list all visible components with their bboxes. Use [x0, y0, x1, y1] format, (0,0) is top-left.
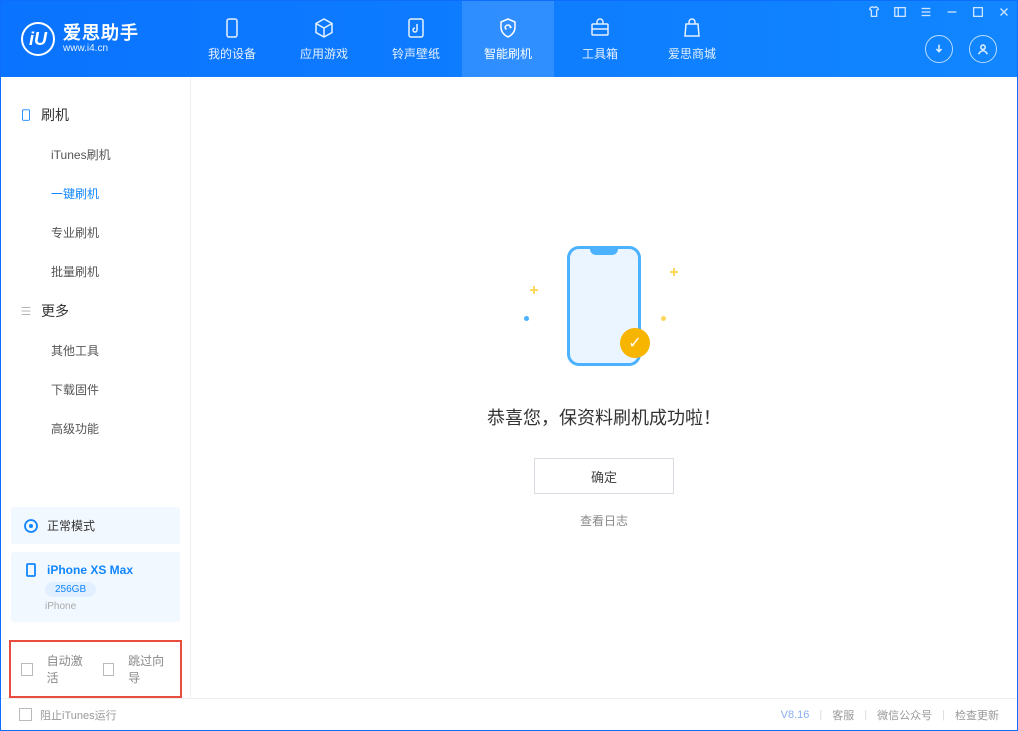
sidebar-item-download-fw[interactable]: 下载固件 [1, 370, 190, 409]
view-log-link[interactable]: 查看日志 [580, 512, 628, 529]
skip-guide-label: 跳过向导 [128, 652, 170, 686]
skip-guide-checkbox[interactable] [103, 663, 115, 676]
status-bar: 阻止iTunes运行 V8.16 | 客服 | 微信公众号 | 检查更新 [1, 698, 1017, 730]
logo-icon: iU [21, 22, 55, 56]
download-button[interactable] [925, 35, 953, 63]
sidebar-item-onekey-flash[interactable]: 一键刷机 [1, 174, 190, 213]
tab-my-device[interactable]: 我的设备 [186, 1, 278, 77]
sidebar-item-advanced[interactable]: 高级功能 [1, 409, 190, 448]
sidebar-item-other-tools[interactable]: 其他工具 [1, 331, 190, 370]
music-file-icon [404, 16, 428, 40]
app-subtitle: www.i4.cn [63, 43, 139, 54]
sidebar-group-more: 更多 [1, 291, 190, 331]
app-logo: iU 爱思助手 www.i4.cn [1, 22, 186, 56]
sidebar-item-pro-flash[interactable]: 专业刷机 [1, 213, 190, 252]
refresh-shield-icon [496, 16, 520, 40]
main-content: ✓ 恭喜您，保资料刷机成功啦！ 确定 查看日志 [191, 77, 1017, 698]
app-header: iU 爱思助手 www.i4.cn 我的设备 应用游戏 铃声壁纸 智能刷机 [1, 1, 1017, 77]
success-message: 恭喜您，保资料刷机成功啦！ [487, 404, 721, 430]
menu-icon[interactable] [919, 5, 933, 19]
phone-small-icon [19, 108, 33, 122]
main-nav: 我的设备 应用游戏 铃声壁纸 智能刷机 工具箱 爱思商城 [186, 1, 738, 77]
device-type: iPhone [45, 601, 76, 612]
auto-activate-label: 自动激活 [47, 652, 89, 686]
device-mode[interactable]: 正常模式 [11, 507, 180, 544]
options-box: 自动激活 跳过向导 [9, 640, 182, 698]
update-link[interactable]: 检查更新 [955, 707, 999, 723]
stop-itunes-checkbox[interactable] [19, 708, 32, 721]
maximize-button[interactable] [971, 5, 985, 19]
bag-icon [680, 16, 704, 40]
ok-button[interactable]: 确定 [534, 458, 674, 494]
tab-smart-flash[interactable]: 智能刷机 [462, 1, 554, 77]
app-title: 爱思助手 [63, 24, 139, 44]
check-icon: ✓ [620, 328, 650, 358]
tab-app-games[interactable]: 应用游戏 [278, 1, 370, 77]
auto-activate-checkbox[interactable] [21, 663, 33, 676]
device-icon [23, 562, 39, 578]
sidebar-group-flash: 刷机 [1, 95, 190, 135]
version-label: V8.16 [781, 709, 810, 721]
tab-ringtone[interactable]: 铃声壁纸 [370, 1, 462, 77]
cube-icon [312, 16, 336, 40]
device-card[interactable]: iPhone XS Max 256GB iPhone [11, 552, 180, 622]
sidebar: 刷机 iTunes刷机 一键刷机 专业刷机 批量刷机 更多 其他工具 下载固件 … [1, 77, 191, 698]
minimize-button[interactable] [945, 5, 959, 19]
account-button[interactable] [969, 35, 997, 63]
storage-badge: 256GB [45, 582, 96, 597]
device-name: iPhone XS Max [47, 563, 133, 577]
phone-icon [220, 16, 244, 40]
wechat-link[interactable]: 微信公众号 [877, 707, 932, 723]
mode-icon [23, 518, 39, 534]
layout-icon[interactable] [893, 5, 907, 19]
list-icon [19, 304, 33, 318]
close-button[interactable] [997, 5, 1011, 19]
window-controls [867, 5, 1011, 19]
toolbox-icon [588, 16, 612, 40]
tab-store[interactable]: 爱思商城 [646, 1, 738, 77]
support-link[interactable]: 客服 [832, 707, 854, 723]
success-illustration: ✓ [524, 246, 684, 376]
sidebar-item-itunes-flash[interactable]: iTunes刷机 [1, 135, 190, 174]
shirt-icon[interactable] [867, 5, 881, 19]
sidebar-item-batch-flash[interactable]: 批量刷机 [1, 252, 190, 291]
tab-toolbox[interactable]: 工具箱 [554, 1, 646, 77]
stop-itunes-label: 阻止iTunes运行 [40, 707, 117, 723]
